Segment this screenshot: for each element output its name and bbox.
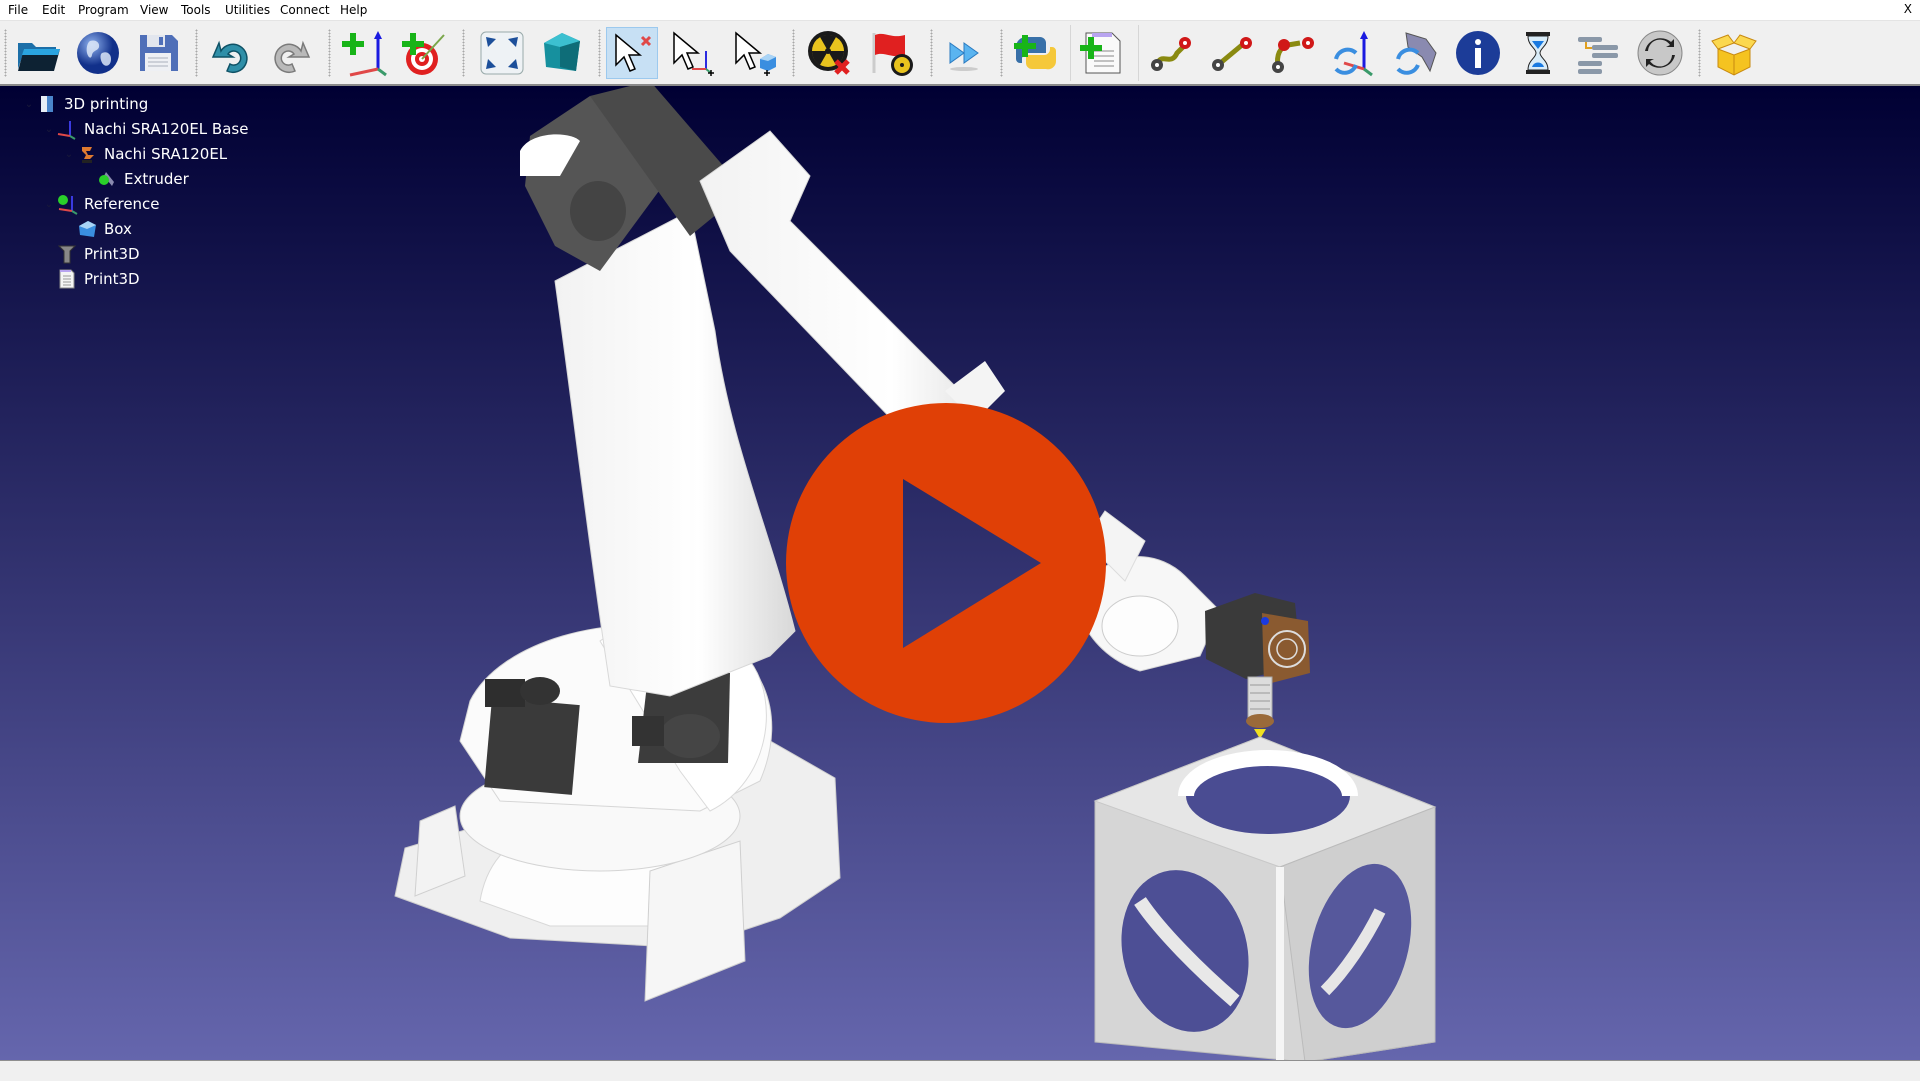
close-button[interactable]: X xyxy=(1904,2,1912,16)
add-python-program-button[interactable] xyxy=(1010,27,1062,79)
undo-button[interactable] xyxy=(205,27,257,79)
cursor-deselect-icon xyxy=(615,33,652,72)
open-file-button[interactable] xyxy=(12,27,64,79)
collision-check-button[interactable] xyxy=(804,27,856,79)
menu-utilities[interactable]: Utilities xyxy=(225,3,270,17)
toolbar-grip[interactable] xyxy=(462,29,465,77)
cursor-move-frame-icon xyxy=(673,31,714,76)
menu-edit[interactable]: Edit xyxy=(42,3,65,17)
move-linear-instruction-button[interactable] xyxy=(1206,27,1258,79)
folder-icon xyxy=(18,43,60,71)
io-sync-icon xyxy=(1637,30,1683,76)
move-circular-instruction-button[interactable] xyxy=(1266,27,1318,79)
set-digital-output-button[interactable] xyxy=(1634,27,1686,79)
move-joint-instruction-button[interactable] xyxy=(1145,27,1197,79)
add-target-icon xyxy=(402,33,445,75)
move-reference-button[interactable] xyxy=(666,27,718,79)
menu-help[interactable]: Help xyxy=(340,3,367,17)
toolbar-grip[interactable] xyxy=(4,29,7,77)
toolbar-grip[interactable] xyxy=(328,29,331,77)
menu-program[interactable]: Program xyxy=(78,3,129,17)
open-package-button[interactable] xyxy=(1708,27,1760,79)
cursor-move-object-icon xyxy=(735,31,776,76)
hourglass-icon xyxy=(1526,32,1550,74)
toolbar xyxy=(0,21,1920,84)
fit-all-button[interactable] xyxy=(476,27,528,79)
collision-flag-button[interactable] xyxy=(866,27,918,79)
menu-connect[interactable]: Connect xyxy=(280,3,330,17)
add-target-button[interactable] xyxy=(398,27,450,79)
redo-button[interactable] xyxy=(265,27,317,79)
add-program-button[interactable] xyxy=(1076,27,1128,79)
save-button[interactable] xyxy=(132,27,184,79)
menu-tools[interactable]: Tools xyxy=(181,3,211,17)
move-object-button[interactable] xyxy=(728,27,780,79)
radiation-cross-icon xyxy=(808,31,850,75)
status-bar xyxy=(0,1060,1920,1081)
undo-arrow-icon xyxy=(211,40,248,74)
program-call-icon xyxy=(1578,37,1618,74)
menu-bar: File Edit Program View Tools Utilities C… xyxy=(0,0,1920,21)
add-frame-icon xyxy=(342,31,387,77)
pause-button[interactable] xyxy=(1512,27,1564,79)
select-default-button[interactable] xyxy=(606,27,658,79)
isometric-view-button[interactable] xyxy=(536,27,588,79)
program-call-button[interactable] xyxy=(1572,27,1624,79)
program-add-icon xyxy=(1080,32,1121,74)
frame-sync-icon xyxy=(1334,31,1373,77)
menu-view[interactable]: View xyxy=(140,3,168,17)
circular-move-icon xyxy=(1272,37,1314,73)
globe-icon xyxy=(77,32,119,74)
toolbar-grip[interactable] xyxy=(930,29,933,77)
toolbar-grip[interactable] xyxy=(792,29,795,77)
menu-file[interactable]: File xyxy=(8,3,28,17)
fast-forward-icon xyxy=(949,42,979,71)
3d-viewport[interactable]: ⌄ 3D printing ⌄ Nachi SRA120EL Base ⌄ Na… xyxy=(0,84,1920,1060)
open-online-library-button[interactable] xyxy=(72,27,124,79)
toolbar-grip[interactable] xyxy=(195,29,198,77)
add-reference-frame-button[interactable] xyxy=(340,27,392,79)
set-reference-frame-button[interactable] xyxy=(1328,27,1380,79)
radiation-flag-icon xyxy=(872,33,913,76)
python-add-icon xyxy=(1014,35,1057,70)
toolbar-grip[interactable] xyxy=(1000,29,1003,77)
joint-move-icon xyxy=(1151,37,1191,71)
fit-view-icon xyxy=(480,31,524,75)
fast-simulation-button[interactable] xyxy=(940,27,992,79)
toolbar-grip[interactable] xyxy=(1698,29,1701,77)
info-icon xyxy=(1456,31,1500,75)
tool-sync-icon xyxy=(1396,32,1437,75)
set-tool-frame-button[interactable] xyxy=(1390,27,1442,79)
cube-view-icon xyxy=(544,33,580,71)
show-message-button[interactable] xyxy=(1452,27,1504,79)
floppy-disk-icon xyxy=(140,35,178,71)
play-button[interactable] xyxy=(786,403,1106,723)
play-overlay xyxy=(786,403,1106,723)
linear-move-icon xyxy=(1212,37,1252,71)
package-box-icon xyxy=(1711,34,1757,76)
redo-arrow-icon xyxy=(274,40,311,74)
toolbar-grip[interactable] xyxy=(598,29,601,77)
